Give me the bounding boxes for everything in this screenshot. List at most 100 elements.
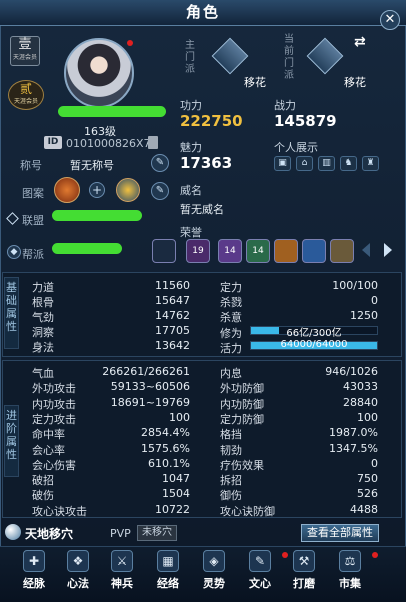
player-name-censored (58, 106, 166, 117)
advanced-right-stat-name: 疗伤效果 (220, 458, 264, 472)
advanced-right-stat-name: 韧劲 (220, 443, 242, 457)
honor-prev-icon[interactable] (362, 243, 370, 257)
nav-label: 神兵 (111, 577, 133, 590)
rank-badge-glyph: 壹 (18, 37, 32, 52)
meili-value: 17363 (180, 154, 233, 172)
advanced-left-stat-row: 会心率 1575.6% (32, 442, 190, 457)
honor-next-icon[interactable] (384, 243, 392, 257)
renown-label: 威名 (180, 184, 202, 197)
advanced-left-stat-row: 内功攻击 18691~19769 (32, 396, 190, 411)
honor-badge-2[interactable]: 19 (186, 239, 210, 263)
advanced-right-stat-row: 拆招 750 (220, 472, 378, 487)
advanced-left-stat-value: 266261/266261 (102, 365, 190, 378)
nav-label: 经络 (157, 577, 179, 590)
guild-expand-icon[interactable]: ◆ (7, 245, 21, 259)
copy-icon[interactable] (148, 136, 158, 149)
xiuwei-value: 66亿/300亿 (286, 328, 342, 339)
swap-school-icon[interactable]: ⇄ (354, 34, 366, 50)
title-bar[interactable]: 角色 (0, 0, 406, 26)
advanced-right-stat-name: 外功防御 (220, 382, 264, 396)
edit-title-icon[interactable]: ✎ (151, 154, 169, 172)
pvp-label: PVP (110, 527, 131, 540)
honor-badge-6[interactable] (302, 239, 326, 263)
advanced-right-stat-name: 内息 (220, 367, 242, 380)
basic-right-stat-row: 杀意 1250 (220, 309, 378, 324)
basic-left-stat-value: 13642 (155, 339, 190, 352)
nav-item-4[interactable]: ◈ 灵势 (194, 550, 234, 591)
nav-label: 心法 (67, 577, 89, 590)
advanced-attributes-tab[interactable]: 进阶属性 (4, 405, 19, 477)
honor-badge-5[interactable] (274, 239, 298, 263)
advanced-left-stat-row: 外功攻击 59133~60506 (32, 380, 190, 395)
title-value: 暂无称号 (70, 159, 114, 172)
guild-label: 帮派 (22, 248, 44, 261)
pattern-label: 图案 (22, 187, 44, 200)
huoli-label: 活力 (220, 342, 242, 355)
basic-left-stat-value: 15647 (155, 294, 190, 307)
add-pattern-icon[interactable]: + (89, 182, 105, 198)
honor-badge-3[interactable]: 14 (218, 239, 242, 263)
basic-right-stat-value: 100/100 (332, 279, 378, 292)
nav-item-7[interactable]: ⚖ 市集 (330, 550, 370, 591)
advanced-right-stat-row: 疗伤效果 0 (220, 456, 378, 472)
showcase-mount-icon[interactable]: ♞ (340, 156, 357, 171)
huoli-value: 64000/64000 (280, 339, 348, 350)
pattern-emblem-2[interactable] (116, 178, 140, 202)
nav-item-0[interactable]: ✚ 经脉 (14, 550, 54, 591)
advanced-left-stat-value: 610.1% (148, 456, 190, 470)
meridian-icon: ✚ (23, 550, 45, 572)
nav-label: 打磨 (293, 577, 315, 590)
honor-badge-1[interactable] (152, 239, 176, 263)
basic-left-stat-value: 17705 (155, 324, 190, 337)
nav-label: 灵势 (203, 577, 225, 590)
advanced-left-stat-name: 攻心诀攻击 (32, 504, 87, 518)
alliance-name-censored (52, 210, 142, 221)
advanced-left-stat-row: 破招 1047 (32, 472, 190, 488)
edit-pattern-icon[interactable]: ✎ (151, 182, 169, 200)
advanced-left-stat-row: 会心伤害 610.1% (32, 456, 190, 472)
basic-left-stat-value: 11560 (155, 279, 190, 292)
advanced-right-stat-row: 格挡 1987.0% (220, 426, 378, 441)
sect-badge-sub: 天涯会员 (13, 98, 38, 105)
skill-name: 天地移穴 (25, 527, 74, 541)
showcase-portrait-icon[interactable]: ▣ (274, 156, 291, 171)
nav-notification-dot (372, 552, 378, 558)
advanced-left-stat-name: 破招 (32, 474, 54, 488)
honor-badge-4[interactable]: 14 (246, 239, 270, 263)
advanced-left-stat-value: 1047 (162, 472, 190, 486)
showcase-hall-icon[interactable]: ⌂ (296, 156, 313, 171)
nav-item-1[interactable]: ❖ 心法 (58, 550, 98, 591)
market-icon: ⚖ (339, 550, 361, 572)
pvp-status[interactable]: 未移穴 (137, 525, 177, 541)
zhanli-value: 145879 (274, 112, 337, 130)
nav-item-5[interactable]: ✎ 文心 (240, 550, 280, 591)
id-tag: ID (44, 136, 62, 149)
nav-item-6[interactable]: ⚒ 打磨 (284, 550, 324, 591)
advanced-right-stat-value: 0 (371, 456, 378, 470)
advanced-right-stat-value: 526 (357, 487, 378, 501)
nav-item-3[interactable]: ▦ 经络 (148, 550, 188, 591)
view-all-attributes-button[interactable]: 查看全部属性 (301, 524, 379, 542)
nav-item-2[interactable]: ⚔ 神兵 (102, 550, 142, 591)
pattern-emblem-1[interactable] (54, 177, 80, 203)
honor-badge-7[interactable] (330, 239, 354, 263)
basic-left-stat-row: 洞察 17705 (32, 324, 190, 339)
main-school-label: 主门派 (185, 40, 195, 75)
gongli-label: 功力 (180, 99, 202, 112)
showcase-outfit-icon[interactable]: ♜ (362, 156, 379, 171)
showcase-chart-icon[interactable]: ▥ (318, 156, 335, 171)
zhanli-label: 战力 (274, 99, 296, 112)
xiuwei-label: 修为 (220, 327, 242, 340)
basic-left-stat-row: 根骨 15647 (32, 294, 190, 309)
close-icon[interactable]: ✕ (380, 10, 400, 30)
basic-left-stat-name: 力道 (32, 281, 54, 294)
rank-badge[interactable]: 壹 天涯会员 (10, 36, 40, 66)
renown-value: 暂无威名 (180, 203, 224, 216)
basic-right-stat-name: 杀戮 (220, 296, 242, 309)
basic-right-stat-name: 杀意 (220, 311, 242, 324)
sect-badge[interactable]: 贰 天涯会员 (8, 80, 44, 110)
nav-label: 文心 (249, 577, 271, 590)
basic-attributes-tab[interactable]: 基础属性 (4, 277, 19, 349)
basic-right-stat-row: 定力 100/100 (220, 279, 378, 294)
avatar[interactable] (64, 38, 134, 108)
